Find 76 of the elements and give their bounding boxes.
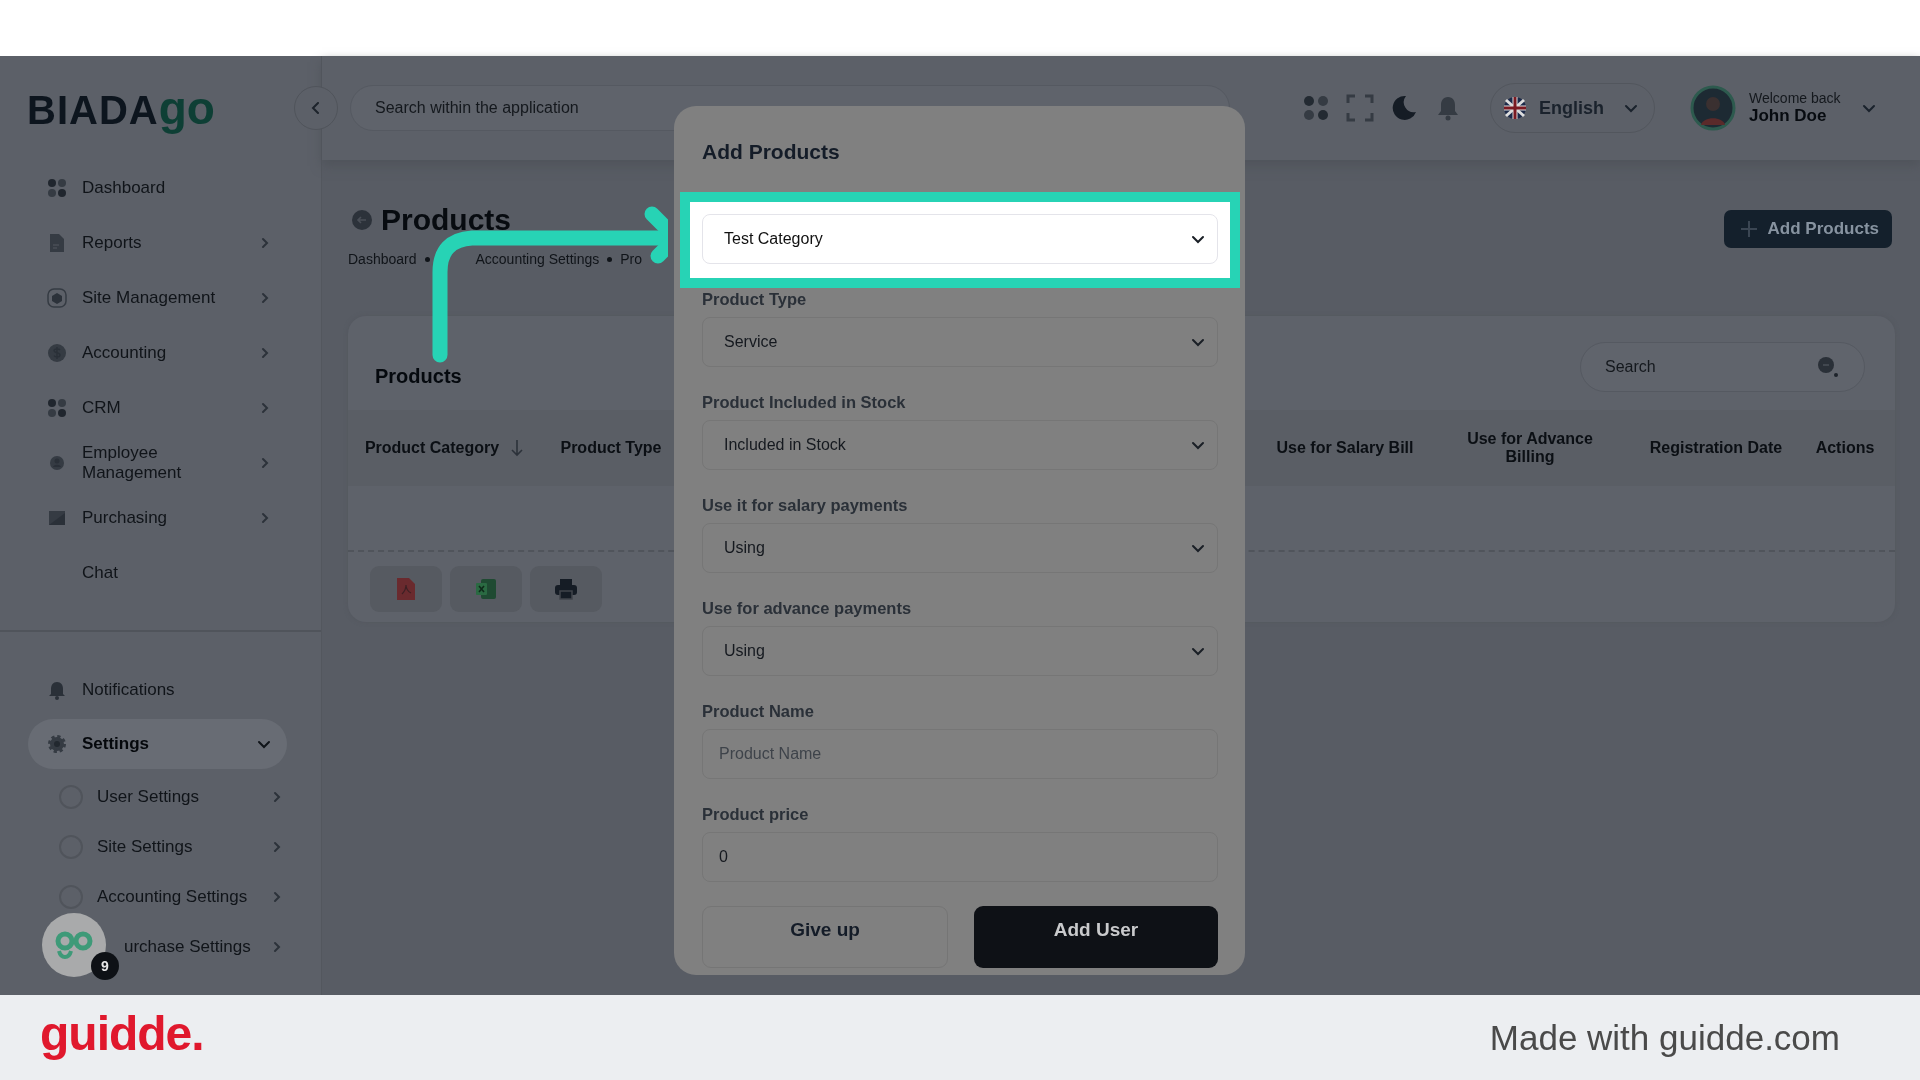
add-user-button[interactable]: Add User: [974, 906, 1218, 968]
sidebar-subitem[interactable]: User Settings: [0, 772, 321, 822]
sidebar-item[interactable]: Notifications: [0, 662, 321, 717]
chevron-icon: [271, 891, 283, 903]
printer-icon: [554, 578, 578, 600]
excel-export-button[interactable]: [450, 566, 522, 612]
apps-icon[interactable]: [1302, 94, 1330, 122]
dollar-icon: [47, 342, 67, 363]
select-field[interactable]: Test Category: [702, 214, 1218, 264]
print-button[interactable]: [530, 566, 602, 612]
flag-icon: [1503, 96, 1527, 120]
select-field[interactable]: Included in Stock: [702, 420, 1218, 470]
sidebar-item[interactable]: Site Management: [0, 270, 321, 325]
input-field[interactable]: Product Name: [702, 729, 1218, 779]
card-title: Products: [375, 364, 462, 388]
modal-title: Add Products: [702, 140, 841, 165]
field-label: Use it for salary payments: [702, 495, 909, 516]
document-icon: [47, 232, 67, 253]
footer-text: Made with guidde.com: [1489, 1017, 1840, 1058]
field-label: Product price: [702, 804, 810, 825]
pdf-export-button[interactable]: [370, 566, 442, 612]
breadcrumb-separator-icon: [424, 256, 430, 262]
chevron-icon: [271, 941, 283, 953]
dots-grid-icon: [47, 177, 67, 198]
chevron-icon: [271, 841, 283, 853]
sidebar-subitem[interactable]: Site Settings: [0, 822, 321, 872]
plus-icon: [1739, 220, 1758, 238]
moon-icon[interactable]: [1390, 94, 1418, 122]
input-field[interactable]: 0: [702, 832, 1218, 882]
breadcrumb-link[interactable]: Dashboard: [348, 252, 417, 266]
field-label: Use for advance payments: [702, 598, 913, 619]
select-field[interactable]: Using: [702, 523, 1218, 573]
dots-grid-icon: [47, 397, 67, 418]
sidebar-item[interactable]: Dashboard: [0, 160, 321, 215]
select-field[interactable]: Service: [702, 317, 1218, 367]
sidebar-item[interactable]: Reports: [0, 215, 321, 270]
column-header[interactable]: Use for Salary Bill: [1270, 438, 1420, 458]
two-rings-logo-icon: [54, 930, 94, 960]
welcome-text: Welcome back: [1749, 90, 1842, 106]
bell-icon: [47, 679, 67, 700]
search-icon: [1817, 356, 1839, 378]
column-header[interactable]: Actions: [1800, 438, 1890, 458]
page-title: Products: [381, 205, 512, 235]
sidebar-item[interactable]: Settings: [28, 719, 287, 769]
select-field[interactable]: Using: [702, 626, 1218, 676]
cube-icon: [47, 287, 67, 308]
sidebar-subitem[interactable]: urchase Settings: [124, 922, 321, 972]
field-label: Product Type: [702, 289, 808, 310]
cancel-button[interactable]: Give up: [702, 906, 948, 968]
add-products-button[interactable]: Add Products: [1723, 210, 1892, 248]
breadcrumb-link[interactable]: Pro: [620, 252, 643, 266]
spreadsheet-icon: [475, 578, 497, 600]
column-header[interactable]: Use for Advance Billing: [1445, 429, 1615, 467]
breadcrumb-link[interactable]: Accounting Settings: [475, 252, 600, 266]
fullscreen-icon[interactable]: [1346, 94, 1374, 122]
column-header[interactable]: Registration Date: [1646, 438, 1786, 458]
sidebar-item[interactable]: CRM: [0, 380, 321, 435]
breadcrumb-separator-icon: [607, 256, 613, 262]
column-header[interactable]: Product Category: [362, 438, 502, 458]
sidebar-subitem[interactable]: Accounting Settings: [0, 872, 321, 922]
app-logo: BIADAgo: [27, 81, 215, 135]
user-name: John Doe: [1749, 106, 1828, 126]
search-field[interactable]: Search: [1580, 342, 1865, 392]
field-label: Product Name: [702, 701, 815, 722]
pdf-file-icon: [396, 577, 416, 601]
sidebar-item[interactable]: Employee Management: [0, 435, 321, 490]
chevron-left-icon: [311, 102, 321, 114]
sidebar-item[interactable]: Accounting: [0, 325, 321, 380]
chevron-icon: [271, 791, 283, 803]
gear-icon: [47, 734, 67, 754]
sidebar-item[interactable]: Purchasing: [0, 490, 321, 545]
language-selector[interactable]: English: [1490, 83, 1655, 133]
guidde-logo: guidde.: [40, 1006, 204, 1061]
field-label: Product Included in Stock: [702, 392, 907, 413]
sidebar-item[interactable]: Chat: [0, 545, 321, 600]
avatar-icon: [1690, 85, 1736, 131]
